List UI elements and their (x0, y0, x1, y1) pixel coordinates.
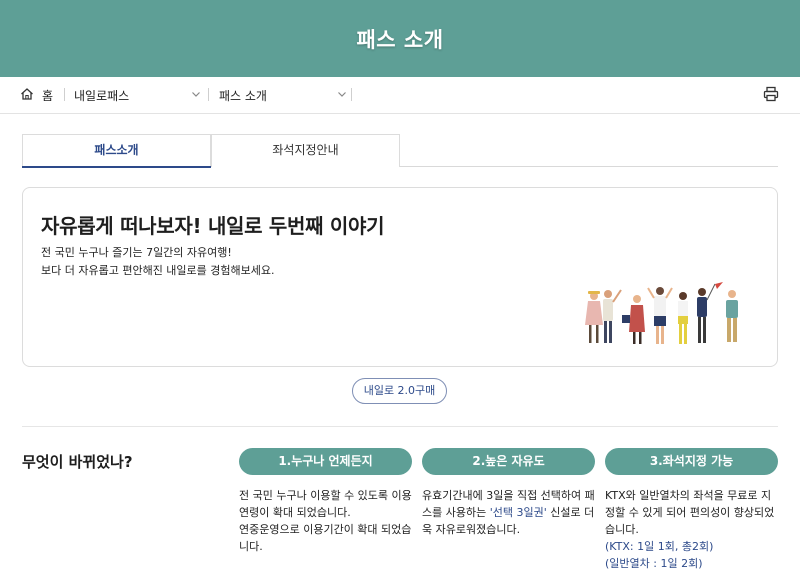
feature-note: (일반열차 : 1일 2회) (605, 557, 703, 570)
feature-card: 3.좌석지정 가능 KTX와 일반열차의 좌석을 무료로 지정할 수 있게 되어… (605, 448, 778, 572)
traveler-figure (726, 290, 738, 342)
feature-text: 연중운영으로 이용기간이 확대 되었습니다. (239, 523, 412, 553)
chevron-down-icon[interactable] (337, 89, 347, 99)
feature-text: KTX와 일반열차의 좌석을 무료로 지정할 수 있게 되어 편의성이 향상되었… (605, 489, 775, 536)
feature-label: 3.좌석지정 가능 (605, 448, 778, 475)
intro-card: 자유롭게 떠나보자! 내일로 두번째 이야기 전 국민 누구나 즐기는 7일간의… (22, 187, 778, 367)
travelers-illustration (585, 282, 738, 344)
tab-bar: 패스소개 좌석지정안내 (22, 134, 778, 168)
traveler-figure (603, 289, 622, 343)
feature-label: 1.누구나 언제든지 (239, 448, 412, 475)
feature-card: 1.누구나 언제든지 전 국민 누구나 이용할 수 있도록 이용 연령이 확대 … (239, 448, 412, 555)
intro-line-1: 전 국민 누구나 즐기는 7일간의 자유여행! (41, 246, 232, 259)
feature-text: 전 국민 누구나 이용할 수 있도록 이용 연령이 확대 되었습니다. (239, 489, 412, 519)
page-title: 패스 소개 (356, 28, 444, 52)
section-divider (22, 426, 778, 427)
breadcrumb-level2[interactable]: 패스 소개 (219, 87, 267, 104)
what-changed-title: 무엇이 바뀌었나? (22, 453, 133, 471)
breadcrumb-level1[interactable]: 내일로패스 (74, 87, 129, 104)
tab-pass-intro[interactable]: 패스소개 (22, 134, 211, 168)
feature-description: 유효기간내에 3일을 직접 선택하여 패스를 사용하는 '선택 3일권' 신설로… (422, 487, 595, 538)
chevron-down-icon[interactable] (191, 89, 201, 99)
traveler-figure (622, 295, 645, 344)
tab-seat-reservation[interactable]: 좌석지정안내 (211, 134, 400, 167)
feature-note: (KTX: 1일 1회, 총2회) (605, 540, 714, 553)
feature-highlight: '선택 3일권' (489, 506, 547, 519)
traveler-figure (678, 292, 688, 344)
home-icon[interactable] (20, 87, 34, 101)
traveler-figure (647, 287, 673, 344)
breadcrumb-divider (64, 88, 65, 101)
intro-title: 자유롭게 떠나보자! 내일로 두번째 이야기 (41, 214, 385, 238)
breadcrumb-divider (208, 88, 209, 101)
intro-line-2: 보다 더 자유롭고 편안해진 내일로를 경험해보세요. (41, 264, 275, 277)
print-icon[interactable] (763, 86, 779, 102)
feature-description: KTX와 일반열차의 좌석을 무료로 지정할 수 있게 되어 편의성이 향상되었… (605, 487, 778, 572)
buy-pass-button[interactable]: 내일로 2.0구매 (352, 378, 447, 404)
breadcrumb-divider (351, 88, 352, 101)
feature-label: 2.높은 자유도 (422, 448, 595, 475)
feature-card: 2.높은 자유도 유효기간내에 3일을 직접 선택하여 패스를 사용하는 '선택… (422, 448, 595, 538)
feature-description: 전 국민 누구나 이용할 수 있도록 이용 연령이 확대 되었습니다. 연중운영… (239, 487, 412, 555)
traveler-figure (585, 291, 603, 343)
page-header: 패스 소개 (0, 0, 800, 77)
traveler-figure (697, 282, 723, 343)
breadcrumb: 홈 내일로패스 패스 소개 (0, 77, 800, 114)
breadcrumb-home[interactable]: 홈 (42, 87, 53, 104)
